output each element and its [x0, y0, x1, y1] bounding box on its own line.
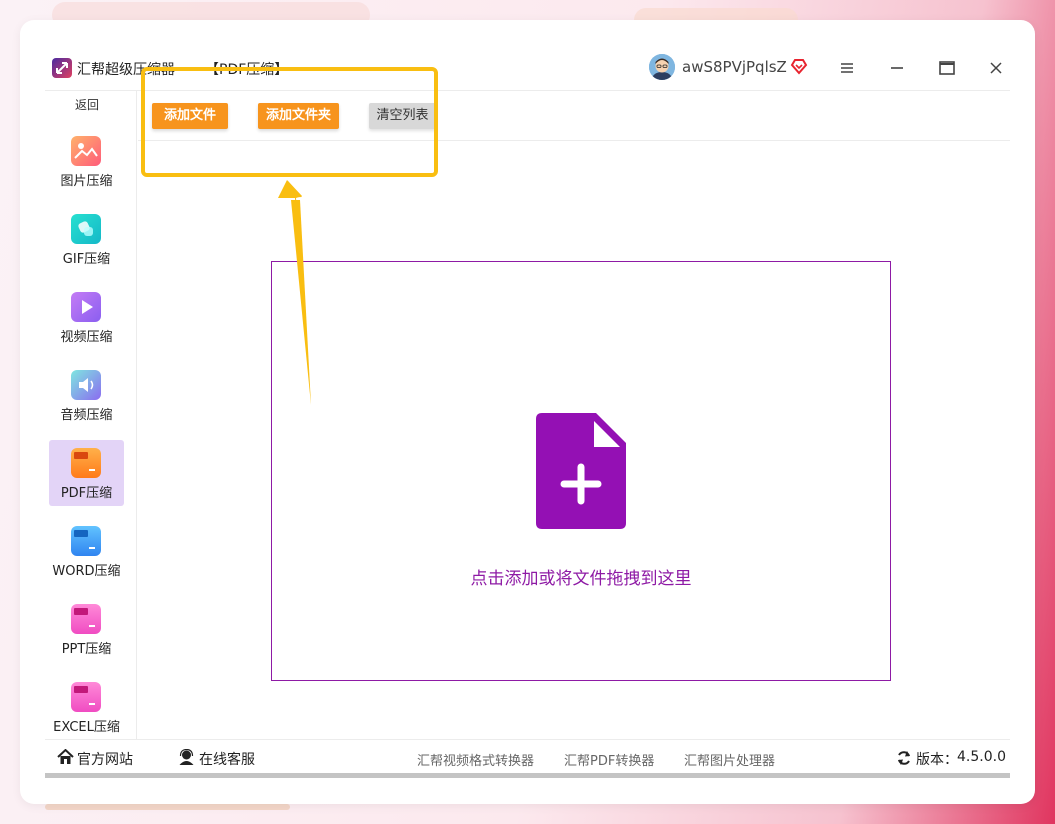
sidebar-item-label: GIF压缩	[62, 252, 111, 267]
highlight-box	[141, 67, 438, 177]
headset-icon	[179, 749, 194, 765]
version-number: 4.5.0.0	[957, 749, 1006, 765]
online-support-link[interactable]: 在线客服	[199, 749, 255, 769]
sidebar-item-audio[interactable]: 音频压缩	[49, 362, 124, 428]
sidebar-item-label: 音频压缩	[60, 408, 113, 423]
sidebar-item-pdf[interactable]: PDF压缩	[49, 440, 124, 506]
sidebar-item-label: PDF压缩	[60, 486, 113, 501]
official-website-link[interactable]: 官方网站	[77, 749, 133, 769]
gif-icon	[71, 214, 101, 244]
sidebar-item-word[interactable]: WORD压缩	[49, 518, 124, 584]
sidebar-item-label: 图片压缩	[60, 174, 113, 189]
sidebar-item-label: WORD压缩	[52, 564, 121, 579]
sidebar-item-ppt[interactable]: PPT压缩	[49, 596, 124, 662]
bottom-bar: 官方网站 在线客服 汇帮视频格式转换器 汇帮PDF转换器 汇帮图片处理器 版本：…	[45, 739, 1010, 775]
pdf-converter-link[interactable]: 汇帮PDF转换器	[564, 750, 654, 769]
word-icon	[71, 526, 101, 556]
background-blob	[45, 804, 290, 810]
sidebar-item-video[interactable]: 视频压缩	[49, 284, 124, 350]
image-icon	[71, 136, 101, 166]
horizontal-scrollbar[interactable]	[45, 773, 1010, 778]
close-icon[interactable]	[985, 57, 1007, 79]
video-converter-link[interactable]: 汇帮视频格式转换器	[417, 750, 534, 769]
avatar[interactable]	[649, 54, 675, 80]
excel-icon	[71, 682, 101, 712]
image-processor-link[interactable]: 汇帮图片处理器	[684, 750, 775, 769]
file-drop-zone[interactable]: 点击添加或将文件拖拽到这里	[271, 261, 891, 681]
add-file-icon	[536, 413, 626, 529]
sidebar-item-label: 视频压缩	[60, 330, 113, 345]
video-icon	[71, 292, 101, 322]
sidebar-item-excel[interactable]: EXCEL压缩	[49, 674, 124, 740]
username[interactable]: awS8PVjPqlsZ	[682, 58, 787, 76]
pdf-icon	[71, 448, 101, 478]
sidebar-item-label: PPT压缩	[61, 642, 112, 657]
back-button[interactable]: 返回	[45, 96, 129, 113]
home-icon	[57, 749, 74, 764]
sidebar-item-gif[interactable]: GIF压缩	[49, 206, 124, 272]
vip-badge-icon[interactable]	[790, 57, 808, 75]
sidebar: 返回 图片压缩 GIF压缩 视频压缩 音频压缩 PDF压缩 WORD压缩 PPT…	[45, 91, 137, 739]
sidebar-item-image[interactable]: 图片压缩	[49, 128, 124, 194]
version-label: 版本：	[916, 752, 958, 768]
app-logo-icon	[52, 58, 72, 78]
drop-hint-text: 点击添加或将文件拖拽到这里	[470, 569, 692, 589]
refresh-icon[interactable]	[896, 750, 912, 766]
audio-icon	[71, 370, 101, 400]
menu-icon[interactable]	[836, 57, 858, 79]
minimize-icon[interactable]	[886, 57, 908, 79]
ppt-icon	[71, 604, 101, 634]
maximize-icon[interactable]	[936, 57, 958, 79]
sidebar-item-label: EXCEL压缩	[53, 720, 120, 735]
